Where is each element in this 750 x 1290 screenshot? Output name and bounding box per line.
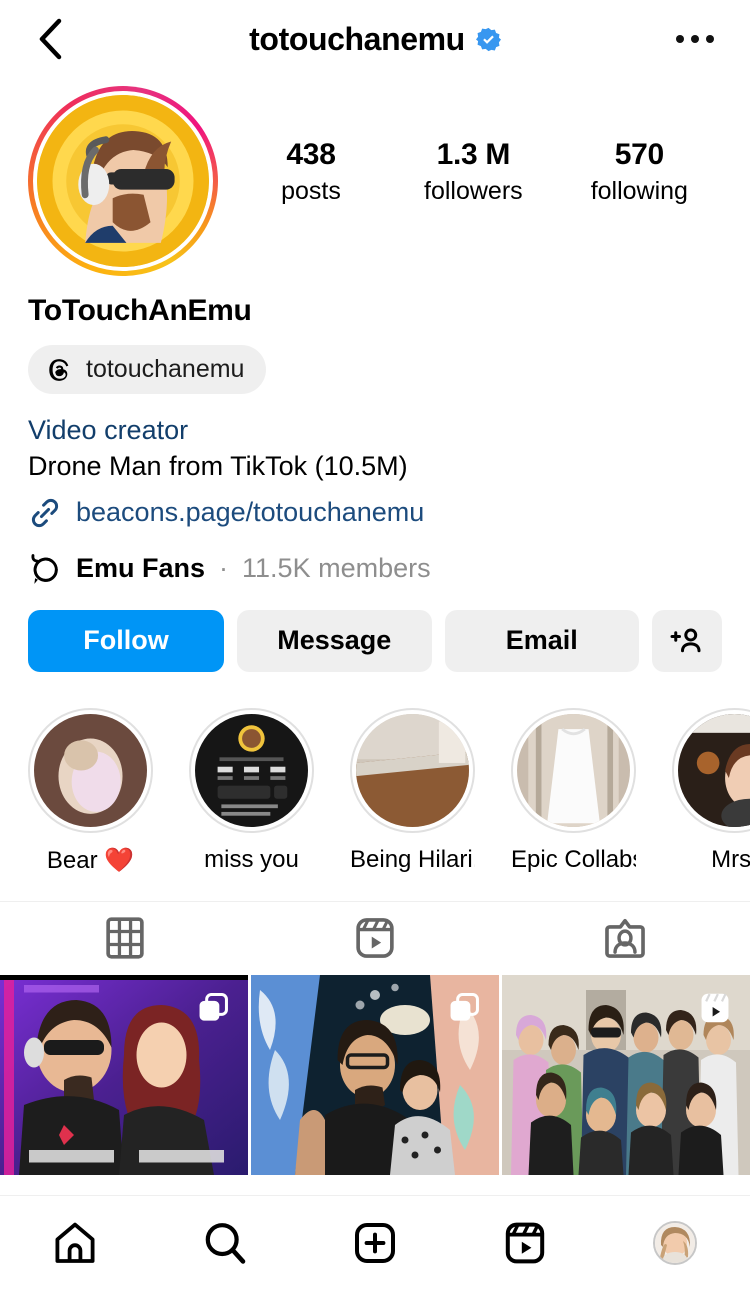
tiktok-profile-screenshot-thumb bbox=[195, 713, 308, 827]
story-highlights: Bear ❤️ miss you Being Hilari Epic Colla… bbox=[0, 680, 750, 875]
highlight-thumbnail bbox=[34, 713, 147, 827]
tab-tagged[interactable] bbox=[500, 902, 750, 975]
profile-avatar-icon bbox=[653, 1221, 697, 1265]
threads-handle: totouchanemu bbox=[86, 355, 245, 383]
following-label: following bbox=[590, 176, 688, 205]
channel-separator: · bbox=[219, 553, 229, 584]
add-person-button[interactable] bbox=[652, 609, 722, 672]
follow-button[interactable]: Follow bbox=[28, 609, 224, 672]
email-button[interactable]: Email bbox=[444, 609, 639, 672]
bio-category: Video creator bbox=[28, 415, 189, 445]
profile-header-section: 438 posts 1.3 M followers 570 following bbox=[0, 78, 750, 276]
highlight-ring bbox=[511, 707, 636, 833]
reels-icon bbox=[505, 1222, 545, 1264]
highlight-item[interactable]: Epic Collabs bbox=[511, 707, 636, 875]
followers-label: followers bbox=[424, 176, 523, 205]
tagged-icon bbox=[605, 919, 645, 959]
broadcast-channel-icon bbox=[31, 553, 58, 584]
highlight-item[interactable]: miss you bbox=[189, 707, 314, 875]
post-top-bar bbox=[0, 974, 248, 980]
bottom-navigation bbox=[0, 1195, 750, 1290]
bio-section: ToTouchAnEmu totouchanemu Video creator … bbox=[0, 294, 750, 586]
highlight-item[interactable]: Mrs. bbox=[672, 707, 750, 875]
home-icon bbox=[55, 1222, 95, 1263]
more-dot bbox=[691, 35, 699, 43]
highlight-ring bbox=[189, 707, 314, 833]
more-dot bbox=[676, 35, 684, 43]
display-name: ToTouchAnEmu bbox=[28, 294, 252, 327]
room-floor-thumb bbox=[356, 713, 469, 827]
highlight-label: Being Hilari... bbox=[350, 845, 475, 873]
nav-home[interactable] bbox=[0, 1196, 150, 1290]
top-bar: totouchanemu bbox=[0, 0, 750, 78]
nav-profile[interactable] bbox=[600, 1196, 750, 1290]
dog-on-carpet-thumb bbox=[34, 713, 147, 827]
highlight-ring bbox=[672, 707, 750, 833]
highlight-thumbnail bbox=[678, 713, 750, 827]
stat-following[interactable]: 570 following bbox=[591, 138, 688, 207]
chevron-left-icon bbox=[39, 18, 62, 60]
posts-label: posts bbox=[281, 176, 341, 205]
highlight-item[interactable]: Bear ❤️ bbox=[28, 707, 153, 875]
profile-username-header: totouchanemu bbox=[0, 21, 750, 58]
highlight-label: Bear ❤️ bbox=[46, 846, 135, 874]
woman-portrait-thumb bbox=[678, 713, 750, 827]
grid-post[interactable] bbox=[502, 974, 750, 1175]
header-username: totouchanemu bbox=[249, 20, 465, 57]
back-button[interactable] bbox=[28, 17, 72, 61]
nav-avatar-illustration bbox=[655, 1223, 695, 1263]
profile-stats: 438 posts 1.3 M followers 570 following bbox=[232, 86, 722, 207]
search-icon bbox=[205, 1223, 246, 1264]
threads-logo-icon bbox=[49, 358, 69, 381]
nav-search[interactable] bbox=[150, 1196, 300, 1290]
tab-reels[interactable] bbox=[250, 902, 500, 975]
profile-avatar-illustration bbox=[37, 95, 209, 267]
highlight-item[interactable]: Being Hilari... bbox=[350, 707, 475, 875]
followers-count: 1.3 M bbox=[436, 138, 511, 171]
channel-members: 11.5K members bbox=[242, 553, 431, 584]
grid-icon bbox=[106, 917, 144, 959]
reels-icon bbox=[356, 918, 394, 959]
highlight-label: Epic Collabs bbox=[511, 845, 636, 873]
grid-post[interactable] bbox=[251, 974, 499, 1175]
nav-create[interactable] bbox=[300, 1196, 450, 1290]
grid-post[interactable] bbox=[0, 974, 248, 1175]
carousel-icon bbox=[199, 992, 228, 1021]
white-dress-thumb bbox=[517, 713, 630, 827]
message-button[interactable]: Message bbox=[237, 609, 432, 672]
profile-avatar-story-ring[interactable] bbox=[28, 86, 218, 276]
profile-avatar bbox=[33, 91, 213, 271]
highlight-thumbnail bbox=[356, 713, 469, 827]
action-buttons: Follow Message Email bbox=[0, 609, 750, 672]
highlight-ring bbox=[28, 707, 153, 833]
highlight-ring bbox=[350, 707, 475, 833]
highlight-thumbnail bbox=[195, 713, 308, 827]
more-dot bbox=[706, 35, 714, 43]
highlight-label: miss you bbox=[204, 845, 299, 873]
broadcast-channel-row[interactable]: Emu Fans · 11.5K members bbox=[28, 552, 722, 586]
reels-icon bbox=[701, 993, 729, 1023]
channel-name: Emu Fans bbox=[76, 553, 206, 584]
tab-grid[interactable] bbox=[0, 902, 250, 975]
highlight-thumbnail bbox=[517, 713, 630, 827]
create-plus-icon bbox=[355, 1223, 395, 1263]
carousel-icon bbox=[450, 992, 479, 1021]
more-options-button[interactable] bbox=[668, 17, 722, 61]
stat-followers[interactable]: 1.3 M followers bbox=[424, 138, 523, 207]
add-person-icon bbox=[670, 628, 701, 653]
highlight-label: Mrs. bbox=[711, 845, 750, 873]
stat-posts[interactable]: 438 posts bbox=[266, 138, 356, 207]
posts-count: 438 bbox=[286, 138, 336, 171]
link-chain-icon bbox=[31, 498, 59, 527]
threads-badge[interactable]: totouchanemu bbox=[28, 345, 267, 394]
profile-tabs bbox=[0, 900, 750, 975]
bio-link: beacons.page/totouchanemu bbox=[76, 497, 425, 528]
bio-description: Drone Man from TikTok (10.5M) bbox=[28, 450, 408, 481]
following-count: 570 bbox=[614, 138, 664, 171]
bio-link-row[interactable]: beacons.page/totouchanemu bbox=[28, 496, 722, 530]
post-grid bbox=[0, 974, 750, 1175]
nav-reels[interactable] bbox=[450, 1196, 600, 1290]
verified-badge-icon bbox=[475, 27, 501, 51]
